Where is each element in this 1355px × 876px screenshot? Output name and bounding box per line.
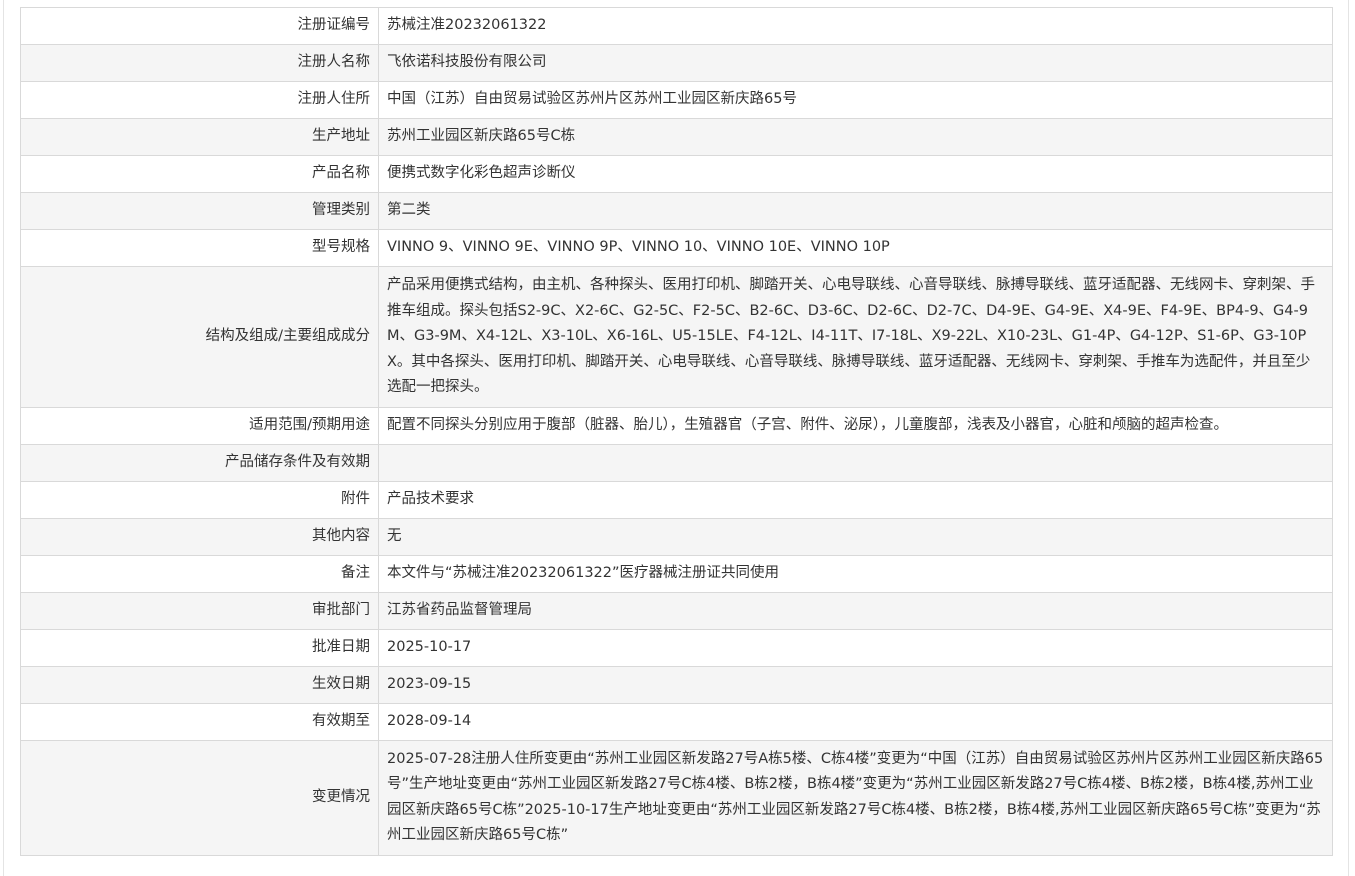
row-value: 本文件与“苏械注准20232061322”医疗器械注册证共同使用 [378, 554, 1333, 593]
table-row: 结构及组成/主要组成成分 产品采用便携式结构，由主机、各种探头、医用打印机、脚踏… [20, 266, 1333, 408]
row-value: 2025-07-28注册人住所变更由“苏州工业园区新发路27号A栋5楼、C栋4楼… [378, 739, 1333, 856]
row-label: 批准日期 [20, 628, 379, 667]
row-value: 2023-09-15 [378, 665, 1333, 704]
row-value: 苏州工业园区新庆路65号C栋 [378, 118, 1333, 156]
table-row: 适用范围/预期用途 配置不同探头分别应用于腹部（脏器、胎儿），生殖器官（子宫、附… [20, 406, 1333, 445]
table-row: 产品名称 便携式数字化彩色超声诊断仪 [20, 155, 1333, 193]
table-row: 产品储存条件及有效期 [20, 443, 1333, 482]
row-value: 飞依诺科技股份有限公司 [378, 44, 1333, 82]
registration-detail-table: 注册证编号 苏械注准20232061322 注册人名称 飞依诺科技股份有限公司 … [20, 7, 1333, 856]
row-label: 注册证编号 [20, 7, 379, 45]
row-label: 产品名称 [20, 155, 379, 193]
table-row: 批准日期 2025-10-17 [20, 628, 1333, 667]
row-label: 生效日期 [20, 665, 379, 704]
row-label: 管理类别 [20, 192, 379, 230]
table-row: 变更情况 2025-07-28注册人住所变更由“苏州工业园区新发路27号A栋5楼… [20, 739, 1333, 856]
row-label: 其他内容 [20, 517, 379, 556]
row-value: 无 [378, 517, 1333, 556]
row-label: 型号规格 [20, 229, 379, 267]
row-value [378, 443, 1333, 482]
row-label: 产品储存条件及有效期 [20, 443, 379, 482]
table-row: 生产地址 苏州工业园区新庆路65号C栋 [20, 118, 1333, 156]
table-row: 附件 产品技术要求 [20, 480, 1333, 519]
table-row: 审批部门 江苏省药品监督管理局 [20, 591, 1333, 630]
row-label: 注册人住所 [20, 81, 379, 119]
row-value: VINNO 9、VINNO 9E、VINNO 9P、VINNO 10、VINNO… [378, 229, 1333, 267]
table-row: 生效日期 2023-09-15 [20, 665, 1333, 704]
row-label: 变更情况 [20, 739, 379, 856]
row-label: 审批部门 [20, 591, 379, 630]
row-value: 配置不同探头分别应用于腹部（脏器、胎儿），生殖器官（子宫、附件、泌尿），儿童腹部… [378, 406, 1333, 445]
row-value: 江苏省药品监督管理局 [378, 591, 1333, 630]
row-value: 第二类 [378, 192, 1333, 230]
table-row: 注册人住所 中国（江苏）自由贸易试验区苏州片区苏州工业园区新庆路65号 [20, 81, 1333, 119]
row-value: 中国（江苏）自由贸易试验区苏州片区苏州工业园区新庆路65号 [378, 81, 1333, 119]
table-row: 其他内容 无 [20, 517, 1333, 556]
table-row: 注册人名称 飞依诺科技股份有限公司 [20, 44, 1333, 82]
row-value: 2028-09-14 [378, 702, 1333, 741]
row-value: 苏械注准20232061322 [378, 7, 1333, 45]
row-value: 产品采用便携式结构，由主机、各种探头、医用打印机、脚踏开关、心电导联线、心音导联… [378, 266, 1333, 408]
row-label: 备注 [20, 554, 379, 593]
row-label: 适用范围/预期用途 [20, 406, 379, 445]
row-label: 注册人名称 [20, 44, 379, 82]
row-label: 结构及组成/主要组成成分 [20, 266, 379, 408]
row-label: 生产地址 [20, 118, 379, 156]
table-row: 型号规格 VINNO 9、VINNO 9E、VINNO 9P、VINNO 10、… [20, 229, 1333, 267]
row-label: 有效期至 [20, 702, 379, 741]
table-row: 有效期至 2028-09-14 [20, 702, 1333, 741]
row-value: 产品技术要求 [378, 480, 1333, 519]
table-row: 管理类别 第二类 [20, 192, 1333, 230]
row-value: 2025-10-17 [378, 628, 1333, 667]
row-label: 附件 [20, 480, 379, 519]
table-row: 注册证编号 苏械注准20232061322 [20, 7, 1333, 45]
table-row: 备注 本文件与“苏械注准20232061322”医疗器械注册证共同使用 [20, 554, 1333, 593]
row-value: 便携式数字化彩色超声诊断仪 [378, 155, 1333, 193]
